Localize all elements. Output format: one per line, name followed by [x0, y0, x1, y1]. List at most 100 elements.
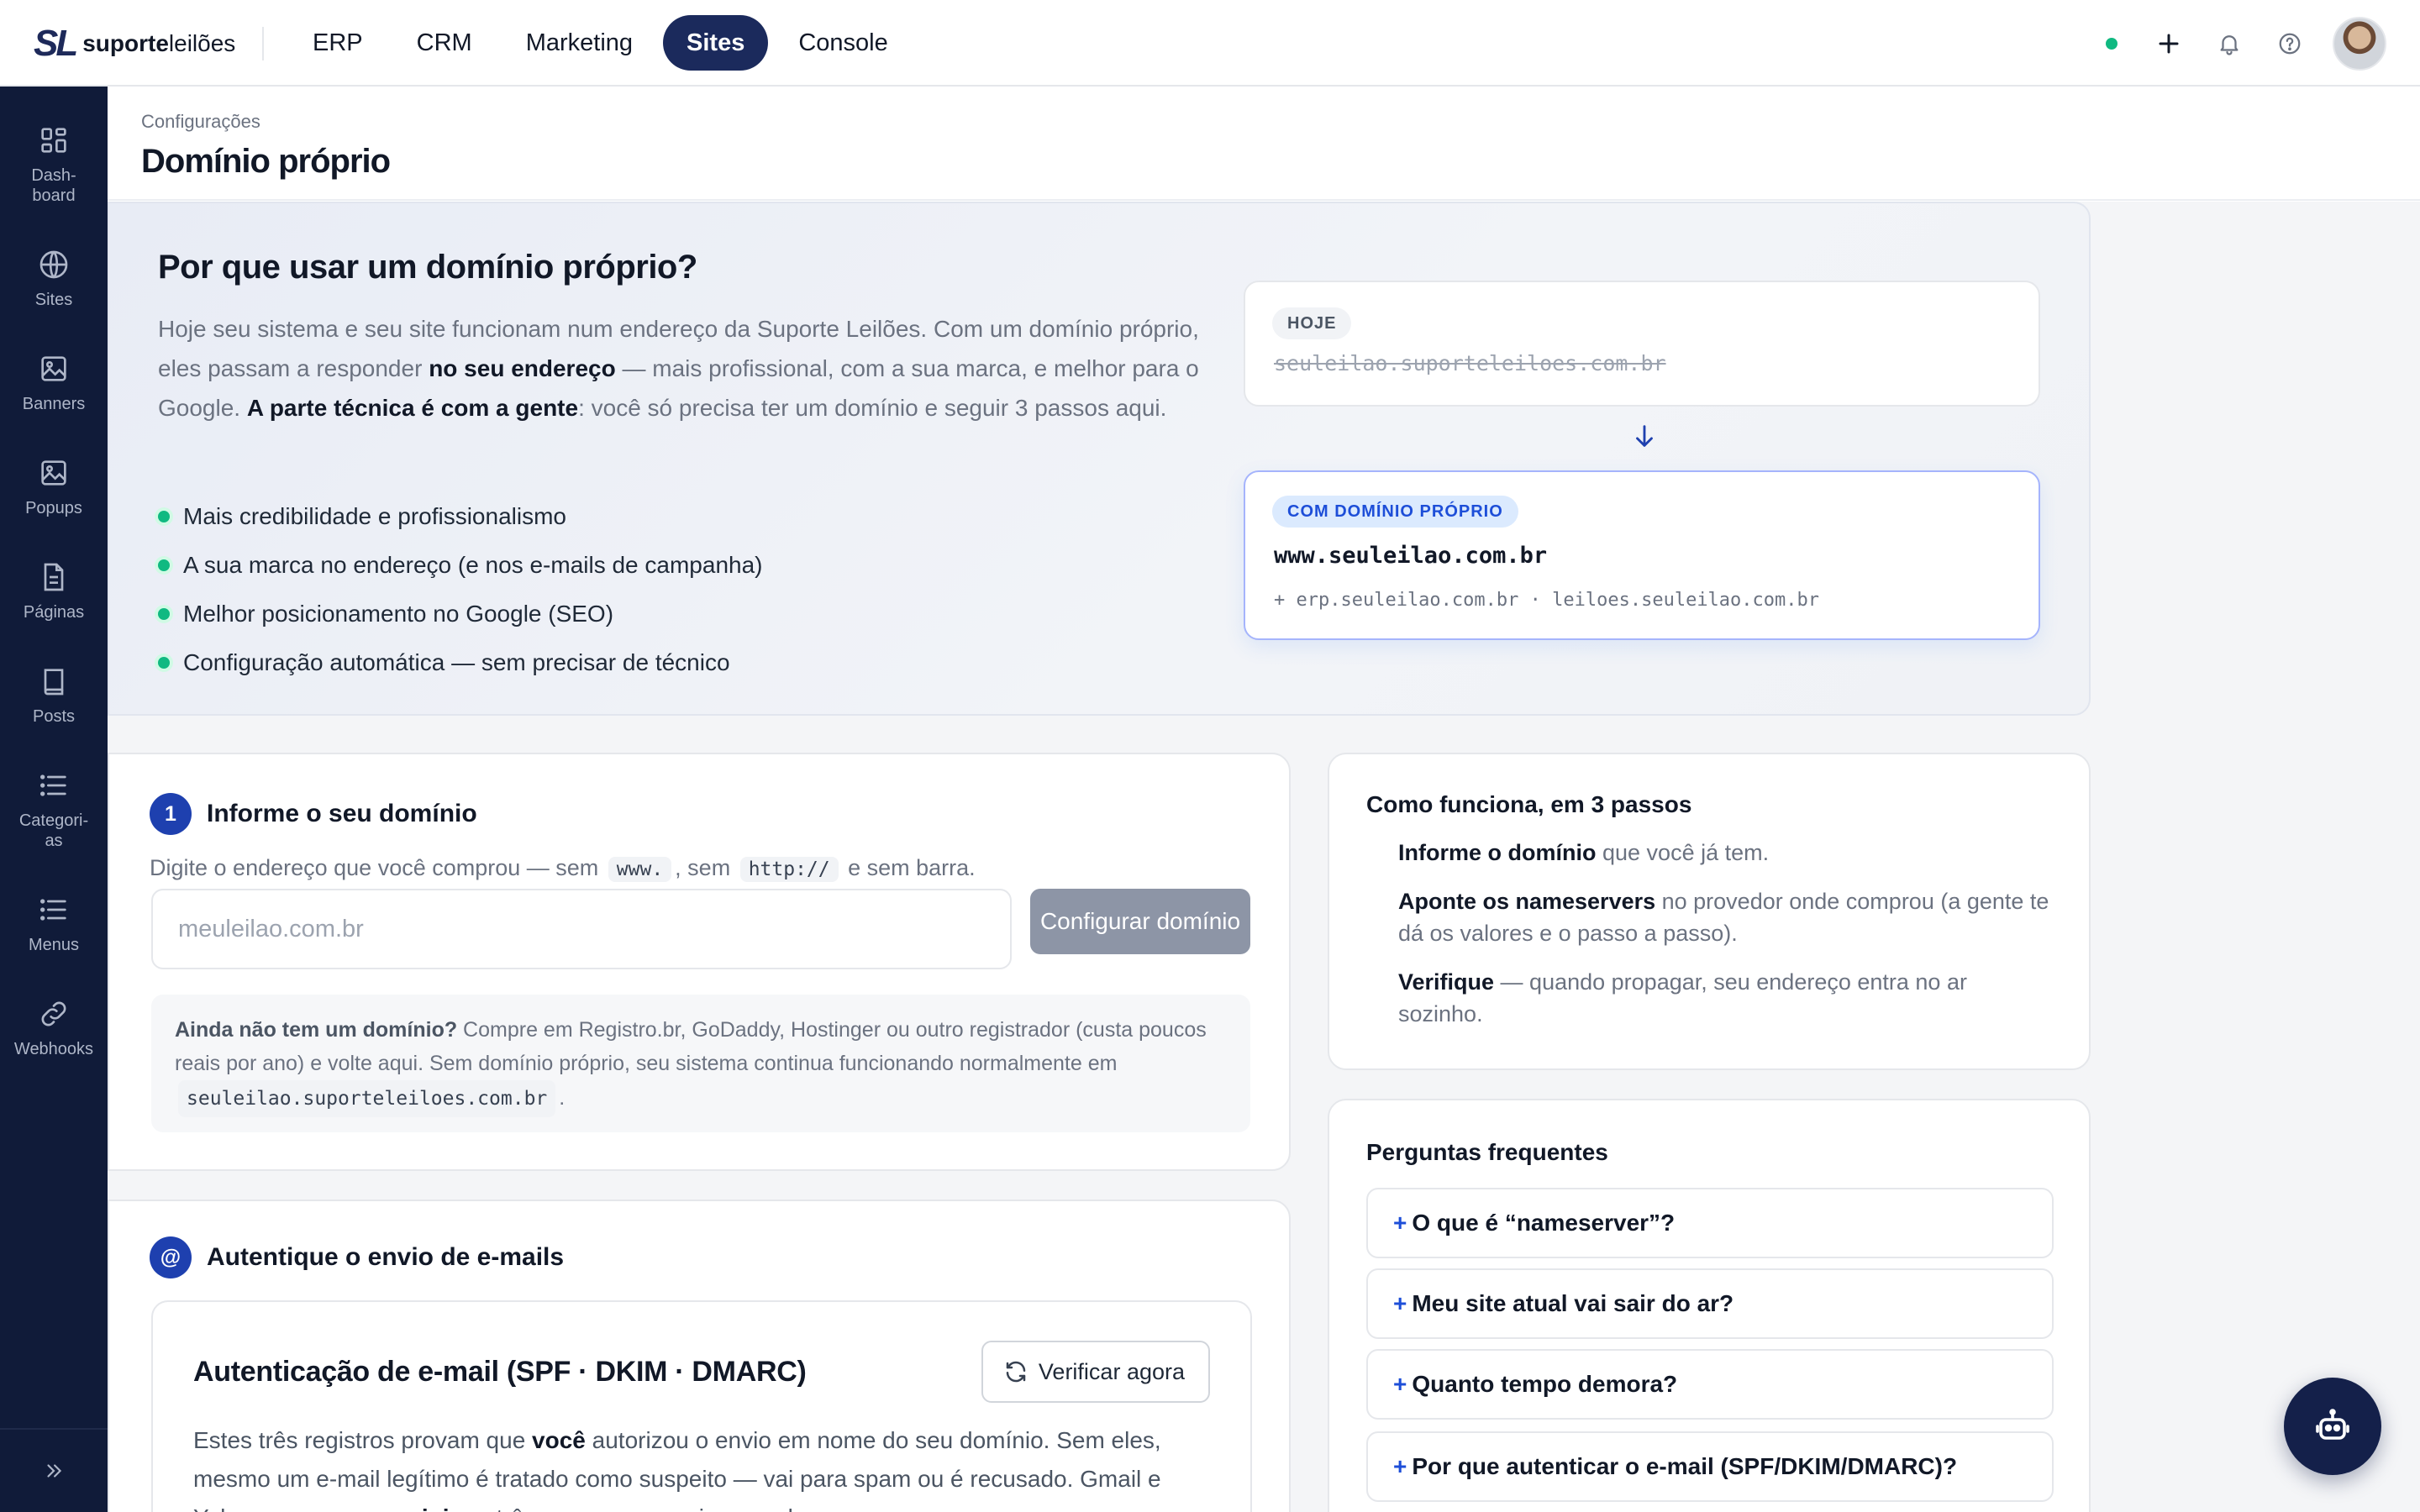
plus-icon: + — [1393, 1453, 1407, 1479]
current-url: seuleilao.suporteleiloes.com.br — [1274, 351, 1666, 375]
sidebar-item-label: Dash-board — [31, 166, 76, 205]
sidebar-item-label: Popups — [25, 499, 82, 517]
step1-title: Informe o seu domínio — [207, 800, 477, 827]
email-auth-panel: Autenticação de e-mail (SPF · DKIM · DMA… — [151, 1300, 1252, 1512]
how-steps: Informe o domínio que você já tem. Apont… — [1398, 837, 2054, 1047]
assistant-button[interactable] — [2284, 1378, 2381, 1475]
sidebar-item-paginas[interactable]: Páginas — [0, 560, 108, 622]
faq-item[interactable]: + Por que autenticar o e-mail (SPF/DKIM/D… — [1366, 1431, 2054, 1502]
logo-text: suporteleilões — [82, 30, 236, 56]
link-icon — [41, 1001, 66, 1026]
top-bar: SL suporteleilões ERP CRM Marketing Site… — [0, 0, 2420, 87]
list-icon — [40, 774, 66, 796]
main-nav: ERP CRM Marketing Sites Console — [289, 15, 912, 71]
how-step: Informe o domínio que você já tem. — [1398, 840, 1770, 865]
sidebar-item-menus[interactable]: Menus — [0, 893, 108, 955]
chevrons-right-icon — [47, 1464, 62, 1478]
faq-item[interactable]: + Meu site atual vai sair do ar? — [1366, 1268, 2054, 1339]
book-icon — [44, 669, 64, 696]
benefit-item: Mais credibilidade e profissionalismo — [158, 492, 763, 541]
plus-icon: + — [1393, 1210, 1407, 1236]
at-icon: @ — [150, 1236, 192, 1278]
step-number: 1 — [150, 793, 192, 835]
bell-icon[interactable] — [2212, 26, 2247, 61]
sidebar-item-webhooks[interactable]: Webhooks — [0, 997, 108, 1059]
faq-card: Perguntas frequentes + O que é “nameserve… — [1328, 1099, 2091, 1512]
own-domain-card: COM DOMÍNIO PRÓPRIO www.seuleilao.com.br… — [1244, 470, 2040, 640]
email-auth-title: Autenticação de e-mail (SPF · DKIM · DMA… — [193, 1356, 807, 1388]
email-auth-description: Estes três registros provam que você aut… — [193, 1427, 1161, 1512]
top-actions — [2106, 17, 2386, 71]
current-address-card: HOJE seuleilao.suporteleiloes.com.br — [1244, 281, 2040, 407]
domain-input[interactable]: meuleilao.com.br — [151, 889, 1012, 969]
sidebar-item-banners[interactable]: Banners — [0, 352, 108, 414]
refresh-icon — [1006, 1361, 1026, 1383]
breadcrumb[interactable]: Configurações — [141, 111, 260, 133]
faq-item[interactable]: + Quanto tempo demora? — [1366, 1349, 2054, 1420]
nav-sites[interactable]: Sites — [663, 15, 769, 71]
plus-icon[interactable] — [2151, 26, 2186, 61]
own-domain-url: www.seuleilao.com.br — [1274, 543, 1548, 569]
how-it-works-card: Como funciona, em 3 passos Informe o dom… — [1328, 753, 2091, 1070]
list-icon — [40, 899, 66, 921]
sidebar-item-popups[interactable]: Popups — [0, 456, 108, 518]
status-dot — [2106, 38, 2118, 50]
nav-crm[interactable]: CRM — [393, 15, 496, 71]
hero-description: Hoje seu sistema e seu site funcionam nu… — [158, 316, 1199, 421]
avatar[interactable] — [2333, 17, 2386, 71]
page-title: Domínio próprio — [141, 143, 391, 180]
plus-icon: + — [1393, 1290, 1407, 1316]
sidebar-expand-button[interactable] — [0, 1428, 108, 1512]
verify-now-label: Verificar agora — [1038, 1358, 1185, 1384]
arrow-down-icon — [1630, 422, 1659, 456]
configure-domain-button[interactable]: Configurar domínio — [1030, 889, 1250, 954]
faq-title: Perguntas frequentes — [1366, 1139, 1608, 1165]
how-step: Verifique — quando propagar, seu endereç… — [1398, 969, 1967, 1026]
sidebar-item-label: Webhooks — [13, 1040, 94, 1058]
help-icon[interactable] — [2272, 26, 2307, 61]
image-icon — [41, 356, 66, 381]
file-icon — [44, 563, 64, 591]
robot-icon — [2316, 1409, 2349, 1440]
faq-item[interactable]: + O que é “nameserver”? — [1366, 1188, 2054, 1258]
how-step: Aponte os nameservers no provedor onde c… — [1398, 889, 2049, 946]
own-domain-badge: COM DOMÍNIO PRÓPRIO — [1272, 496, 1518, 528]
how-title: Como funciona, em 3 passos — [1366, 791, 1692, 817]
grid-icon — [41, 128, 66, 153]
benefit-item: Melhor posicionamento no Google (SEO) — [158, 590, 763, 638]
brand-logo[interactable]: SL suporteleilões — [34, 23, 236, 64]
no-domain-note: Ainda não tem um domínio? Compre em Regi… — [151, 995, 1250, 1132]
own-domain-subdomains: + erp.seuleilao.com.br · leiloes.seuleil… — [1274, 590, 1820, 611]
email-section-title: Autentique o envio de e-mails — [207, 1243, 565, 1271]
sidebar-item-posts[interactable]: Posts — [0, 664, 108, 727]
sidebar-item-label: Banners — [22, 395, 86, 413]
hero-title: Por que usar um domínio próprio? — [158, 249, 697, 286]
email-auth-card: @ Autentique o envio de e-mails Autentic… — [108, 1200, 1291, 1512]
sidebar: Dash-board Sites Banners Popups Páginas … — [0, 87, 108, 1512]
verify-now-button[interactable]: Verificar agora — [981, 1341, 1210, 1403]
step1-description: Digite o endereço que você comprou — sem… — [150, 855, 976, 882]
divider — [262, 27, 264, 60]
hero-panel: Por que usar um domínio próprio? Hoje se… — [108, 202, 2091, 716]
logo-mark: SL — [34, 23, 78, 64]
sidebar-item-categorias[interactable]: Categori-as — [0, 769, 108, 851]
sidebar-item-label: Categori-as — [18, 811, 89, 850]
image-icon — [41, 460, 66, 486]
benefits-list: Mais credibilidade e profissionalismo A … — [158, 492, 763, 687]
sidebar-item-sites[interactable]: Sites — [0, 248, 108, 310]
step1-card: 1 Informe o seu domínio Digite o endereç… — [108, 753, 1291, 1171]
sidebar-item-dashboard[interactable]: Dash-board — [0, 123, 108, 206]
globe-icon — [39, 250, 68, 279]
today-badge: HOJE — [1272, 307, 1352, 339]
sidebar-item-label: Sites — [34, 291, 73, 309]
benefit-item: Configuração automática — sem precisar d… — [158, 638, 763, 687]
sidebar-item-label: Posts — [32, 707, 76, 726]
nav-marketing[interactable]: Marketing — [502, 15, 656, 71]
nav-erp[interactable]: ERP — [289, 15, 387, 71]
sidebar-item-label: Páginas — [23, 603, 85, 622]
plus-icon: + — [1393, 1371, 1407, 1397]
nav-console[interactable]: Console — [775, 15, 911, 71]
sidebar-item-label: Menus — [28, 936, 80, 954]
page-header: Configurações Domínio próprio — [108, 87, 2420, 201]
benefit-item: A sua marca no endereço (e nos e-mails d… — [158, 541, 763, 590]
